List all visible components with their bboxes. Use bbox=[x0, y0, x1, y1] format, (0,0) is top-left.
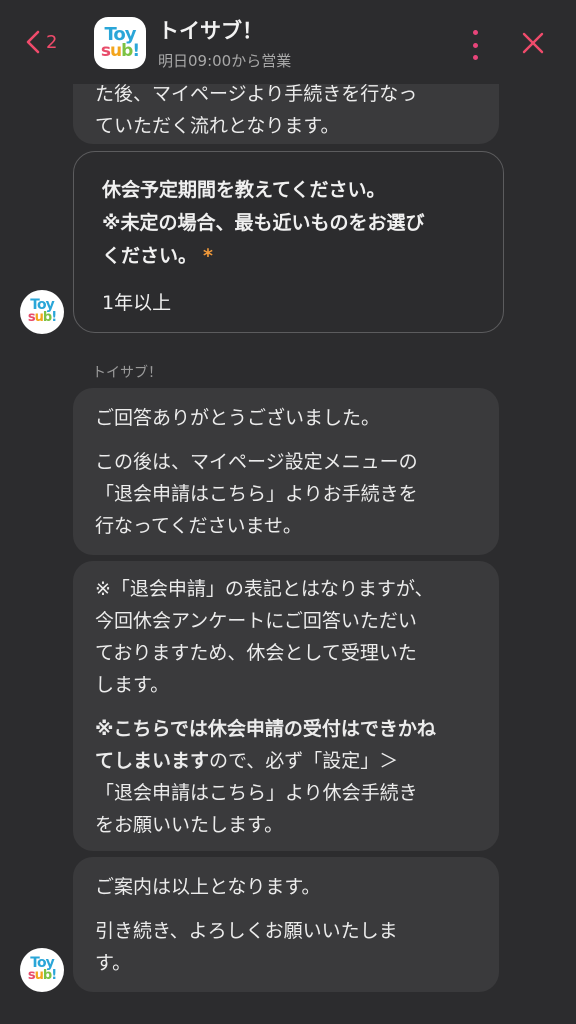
survey-answer-card: 休会予定期間を教えてください。 ※未定の場合、最も近いものをお選び ください。 *… bbox=[73, 151, 504, 333]
message-line: ※こちらでは休会申請の受付はできかね bbox=[95, 718, 436, 740]
chat-title: トイサブ！ bbox=[158, 19, 263, 43]
message-line: ご案内は以上となります。 bbox=[95, 876, 321, 898]
message-line: します。 bbox=[95, 674, 170, 696]
chat-header: 2 Toy sub! トイサブ！ 明日09:00から営業 bbox=[0, 0, 576, 84]
logo-text-sub: sub! bbox=[27, 310, 57, 326]
logo-text-sub: sub! bbox=[100, 41, 140, 62]
message-line: 行なってくださいませ。 bbox=[95, 515, 302, 537]
toysub-avatar[interactable]: Toy sub! bbox=[94, 17, 146, 69]
question-line: ※未定の場合、最も近いものをお選び bbox=[102, 212, 425, 234]
bold-text: てしまいます bbox=[95, 750, 210, 772]
message-line: ※「退会申請」の表記とはなりますが、 bbox=[95, 578, 434, 600]
message-line: す。 bbox=[95, 952, 132, 974]
more-options-icon[interactable] bbox=[467, 30, 483, 60]
message-line: てしまいますので、必ず「設定」＞ bbox=[95, 745, 477, 777]
message-line: 今回休会アンケートにご回答いただい bbox=[95, 610, 417, 632]
chevron-left-icon bbox=[26, 30, 40, 54]
survey-answer: 1年以上 bbox=[102, 292, 172, 314]
message-bubble: ※「退会申請」の表記とはなりますが、 今回休会アンケートにご回答いただい ており… bbox=[73, 561, 499, 851]
bot-avatar: Toy sub! bbox=[20, 948, 64, 992]
message-bubble: ご回答ありがとうございました。 この後は、マイページ設定メニューの 「退会申請は… bbox=[73, 388, 499, 555]
message-line: 「退会申請はこちら」よりお手続きを bbox=[95, 483, 418, 505]
question-line: ください。 * bbox=[102, 240, 475, 273]
message-bubble: ご案内は以上となります。 引き続き、よろしくお願いいたしま す。 bbox=[73, 857, 499, 992]
sender-name: トイサブ！ bbox=[92, 365, 162, 381]
question-line: 休会予定期間を教えてください。 bbox=[102, 179, 386, 201]
bot-avatar: Toy sub! bbox=[20, 290, 64, 334]
question-line-text: ください。 bbox=[102, 245, 198, 267]
close-icon[interactable] bbox=[521, 31, 545, 55]
unread-count: 2 bbox=[46, 31, 58, 53]
message-line: この後は、マイページ設定メニューの bbox=[95, 451, 418, 473]
logo-text-sub: sub! bbox=[27, 968, 57, 984]
required-mark: * bbox=[203, 245, 213, 267]
message-text: ので、必ず「設定」＞ bbox=[209, 750, 399, 772]
message-line: ご回答ありがとうございました。 bbox=[95, 407, 381, 429]
back-button[interactable]: 2 bbox=[26, 30, 57, 54]
message-line: をお願いいたします。 bbox=[95, 814, 284, 836]
message-line: 「退会申請はこちら」より休会手続き bbox=[95, 782, 418, 804]
survey-question: 休会予定期間を教えてください。 ※未定の場合、最も近いものをお選び ください。 * bbox=[102, 174, 475, 273]
message-line: ておりますため、休会として受理いた bbox=[95, 642, 417, 664]
message-line: 引き続き、よろしくお願いいたしま bbox=[95, 920, 398, 942]
message-line: ていただく流れとなります。 bbox=[95, 115, 340, 137]
business-hours-status: 明日09:00から営業 bbox=[158, 52, 292, 70]
